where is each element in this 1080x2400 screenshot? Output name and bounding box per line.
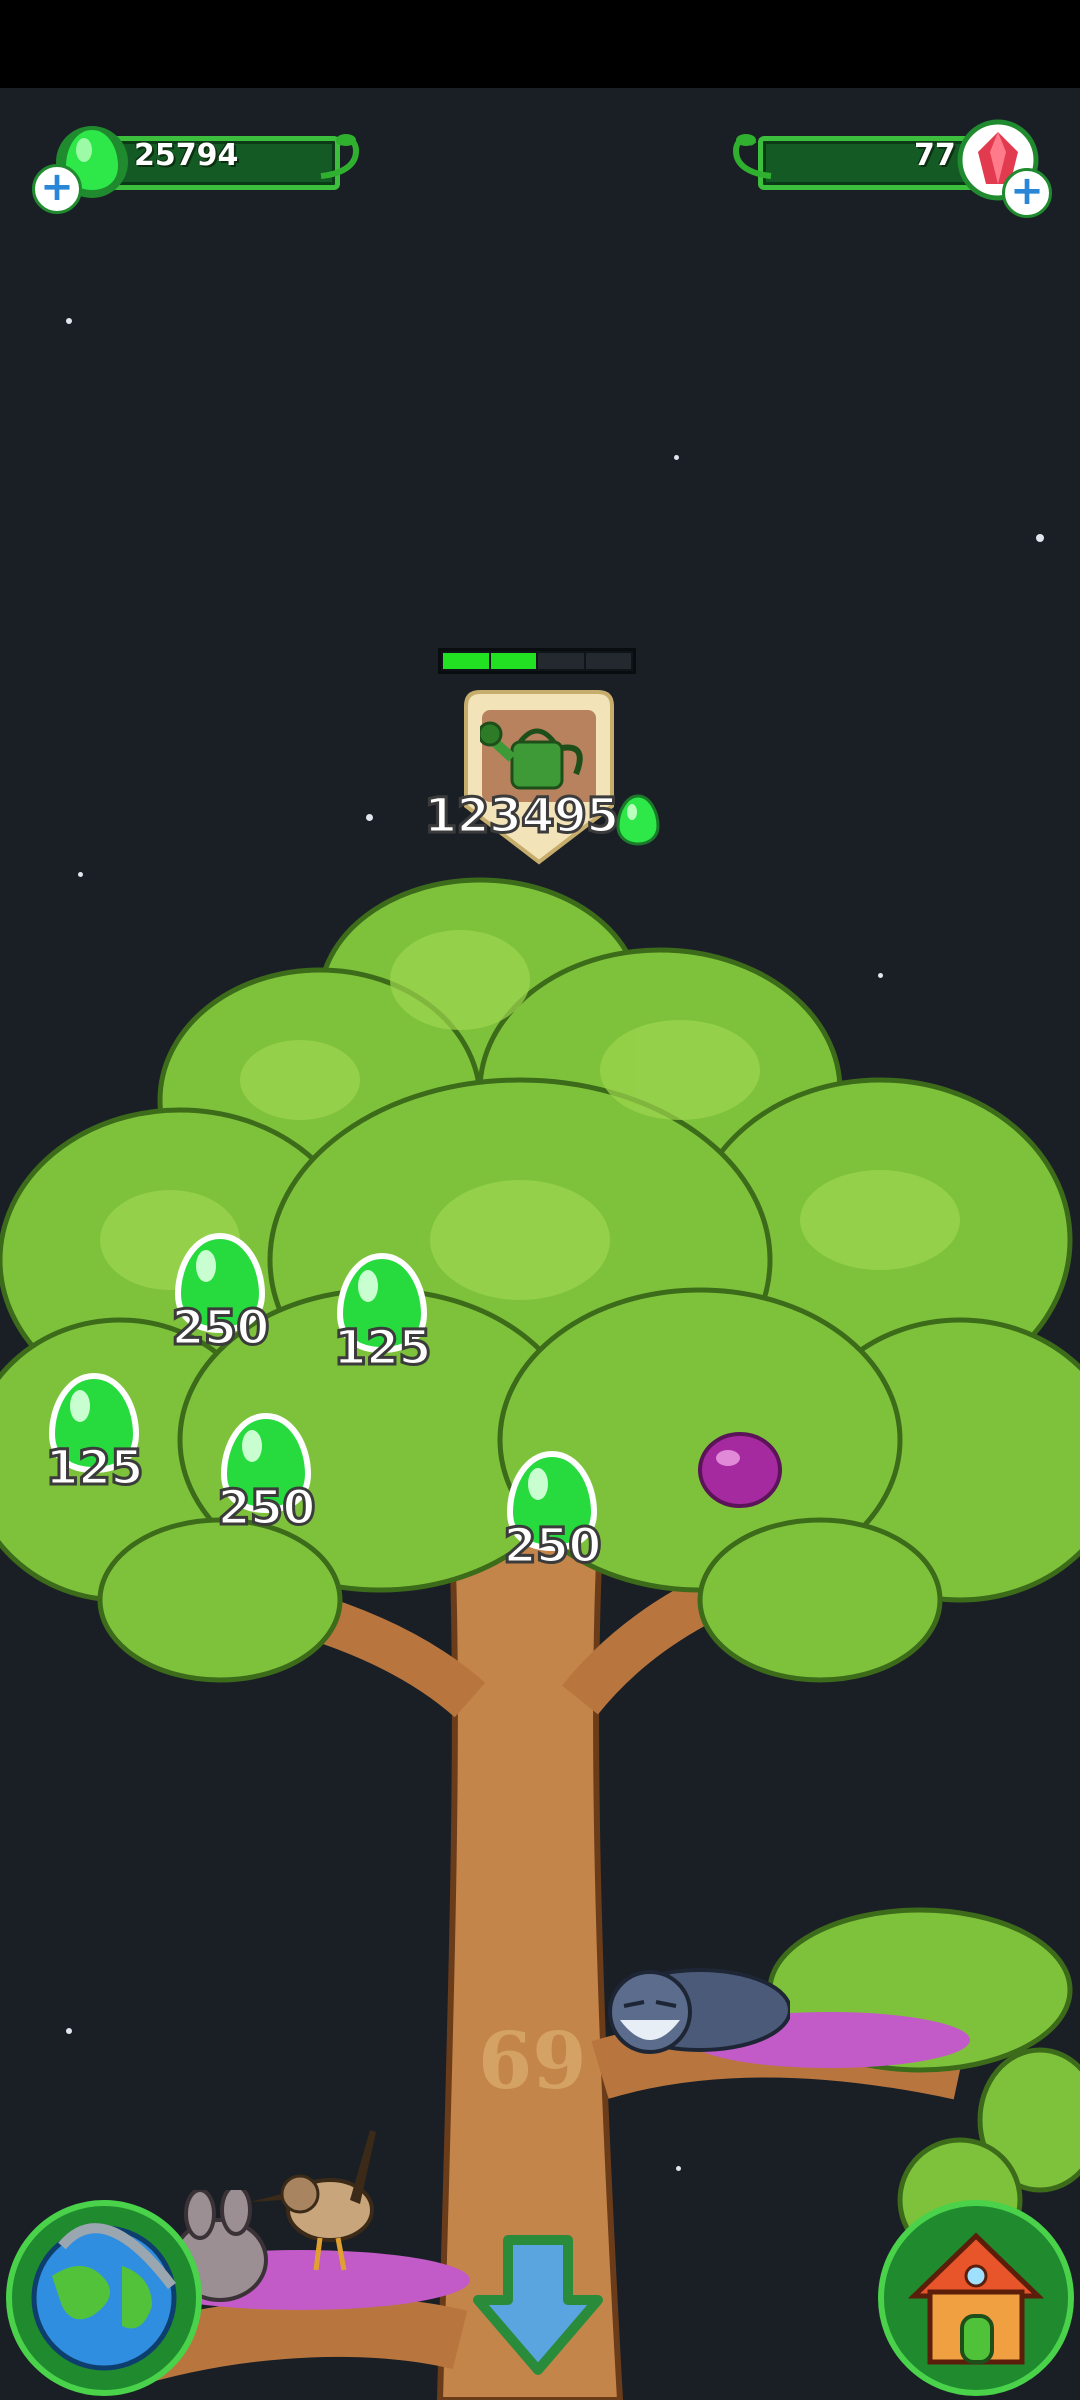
- add-gems-button[interactable]: +: [1002, 168, 1052, 218]
- plus-icon: +: [40, 164, 74, 210]
- status-bar: [0, 0, 1080, 88]
- drop-value: 125: [44, 1439, 145, 1498]
- tree-level: 69: [478, 2016, 587, 2107]
- vine-ornament-icon: [320, 134, 360, 179]
- home-button[interactable]: [878, 2200, 1074, 2396]
- drop-collectible[interactable]: 250: [482, 1448, 622, 1588]
- gems-counter[interactable]: 77 +: [728, 118, 1058, 218]
- sleeping-animal[interactable]: [590, 1940, 790, 2060]
- drop-value: 250: [216, 1479, 317, 1538]
- task-progress-bar: [438, 648, 636, 674]
- add-drops-button[interactable]: +: [32, 164, 82, 214]
- scroll-down-button[interactable]: [468, 2230, 608, 2380]
- star: [1036, 534, 1044, 542]
- drop-collectible[interactable]: 125: [312, 1250, 452, 1390]
- star: [66, 318, 72, 324]
- vine-ornament-icon: [732, 134, 772, 179]
- drops-count: 25794: [134, 138, 239, 173]
- plus-icon: +: [1010, 168, 1044, 214]
- progress-segment: [585, 653, 631, 669]
- world-map-button[interactable]: [6, 2200, 202, 2396]
- gems-count: 77: [914, 138, 956, 173]
- star: [366, 814, 373, 821]
- star: [674, 455, 679, 460]
- task-cost: 123495: [422, 787, 620, 846]
- tree: [0, 877, 1080, 2400]
- drop-value: 250: [502, 1517, 603, 1576]
- house-icon: [907, 2232, 1045, 2365]
- progress-segment: [538, 653, 584, 669]
- drop-collectible[interactable]: 250: [150, 1230, 290, 1370]
- globe-icon: [31, 2223, 177, 2371]
- drop-value: 125: [332, 1319, 433, 1378]
- drop-value: 250: [170, 1299, 271, 1358]
- drop-collectible[interactable]: 125: [24, 1370, 164, 1510]
- progress-segment: [443, 653, 489, 669]
- arrow-down-icon: [473, 2235, 603, 2375]
- drops-counter[interactable]: 25794 +: [30, 118, 360, 214]
- progress-segment: [490, 653, 536, 669]
- drop-collectible[interactable]: 250: [196, 1410, 336, 1550]
